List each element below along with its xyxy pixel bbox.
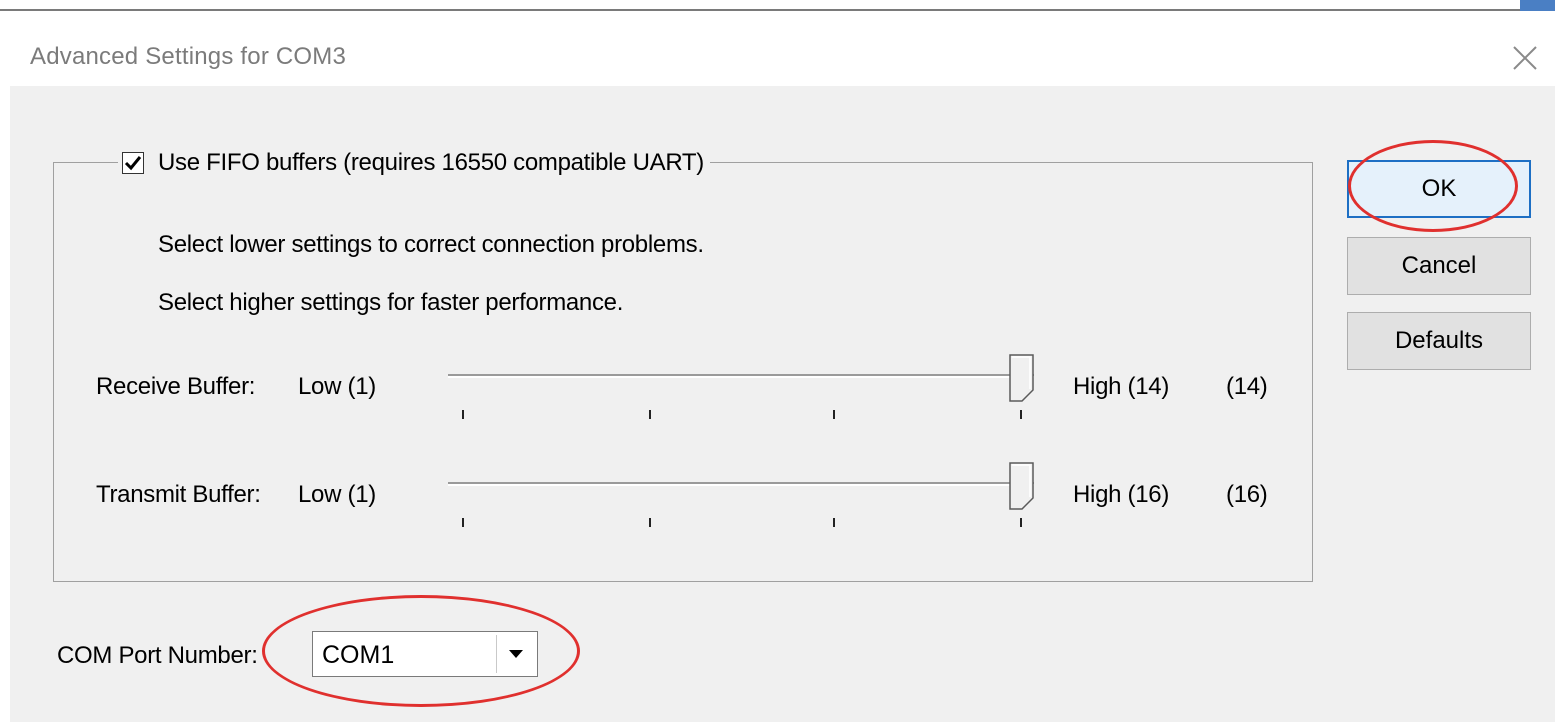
close-icon[interactable] <box>1508 41 1542 75</box>
transmit-value-label: (16) <box>1226 481 1268 508</box>
hint-higher-settings: Select higher settings for faster perfor… <box>158 289 624 316</box>
title-bar[interactable]: Advanced Settings for COM3 <box>0 11 1555 86</box>
checkmark-icon <box>124 156 142 171</box>
receive-tick-3 <box>833 410 835 419</box>
transmit-slider-track <box>448 482 1034 486</box>
receive-tick-4 <box>1020 410 1022 419</box>
transmit-low-label: Low (1) <box>298 481 376 508</box>
receive-high-label: High (14) <box>1073 373 1170 400</box>
transmit-tick-1 <box>462 518 464 527</box>
receive-slider-track <box>448 374 1034 378</box>
chevron-down-icon <box>508 650 523 658</box>
hint-lower-settings: Select lower settings to correct connect… <box>158 231 704 258</box>
receive-value-label: (14) <box>1226 373 1268 400</box>
fifo-checkbox-label: Use FIFO buffers (requires 16550 compati… <box>158 149 704 176</box>
fifo-checkbox-row[interactable]: Use FIFO buffers (requires 16550 compati… <box>118 145 710 181</box>
cancel-button[interactable]: Cancel <box>1347 237 1531 295</box>
transmit-tick-4 <box>1020 518 1022 527</box>
dropdown-button[interactable] <box>496 635 534 673</box>
receive-tick-2 <box>649 410 651 419</box>
transmit-tick-2 <box>649 518 651 527</box>
defaults-button[interactable]: Defaults <box>1347 312 1531 370</box>
transmit-tick-3 <box>833 518 835 527</box>
receive-tick-1 <box>462 410 464 419</box>
window-title: Advanced Settings for COM3 <box>30 43 347 70</box>
com-port-select[interactable]: COM1 <box>312 631 538 677</box>
receive-slider-thumb[interactable] <box>1009 354 1035 402</box>
receive-low-label: Low (1) <box>298 373 376 400</box>
com-port-label: COM Port Number: <box>57 642 258 669</box>
transmit-buffer-slider[interactable] <box>448 462 1048 542</box>
ok-button[interactable]: OK <box>1347 160 1531 218</box>
transmit-buffer-label: Transmit Buffer: <box>96 481 261 508</box>
transmit-slider-thumb[interactable] <box>1009 462 1035 510</box>
fifo-checkbox[interactable] <box>122 152 144 174</box>
com-port-selected-value: COM1 <box>322 641 395 669</box>
transmit-high-label: High (16) <box>1073 481 1170 508</box>
receive-buffer-slider[interactable] <box>448 354 1048 434</box>
receive-buffer-label: Receive Buffer: <box>96 373 256 400</box>
